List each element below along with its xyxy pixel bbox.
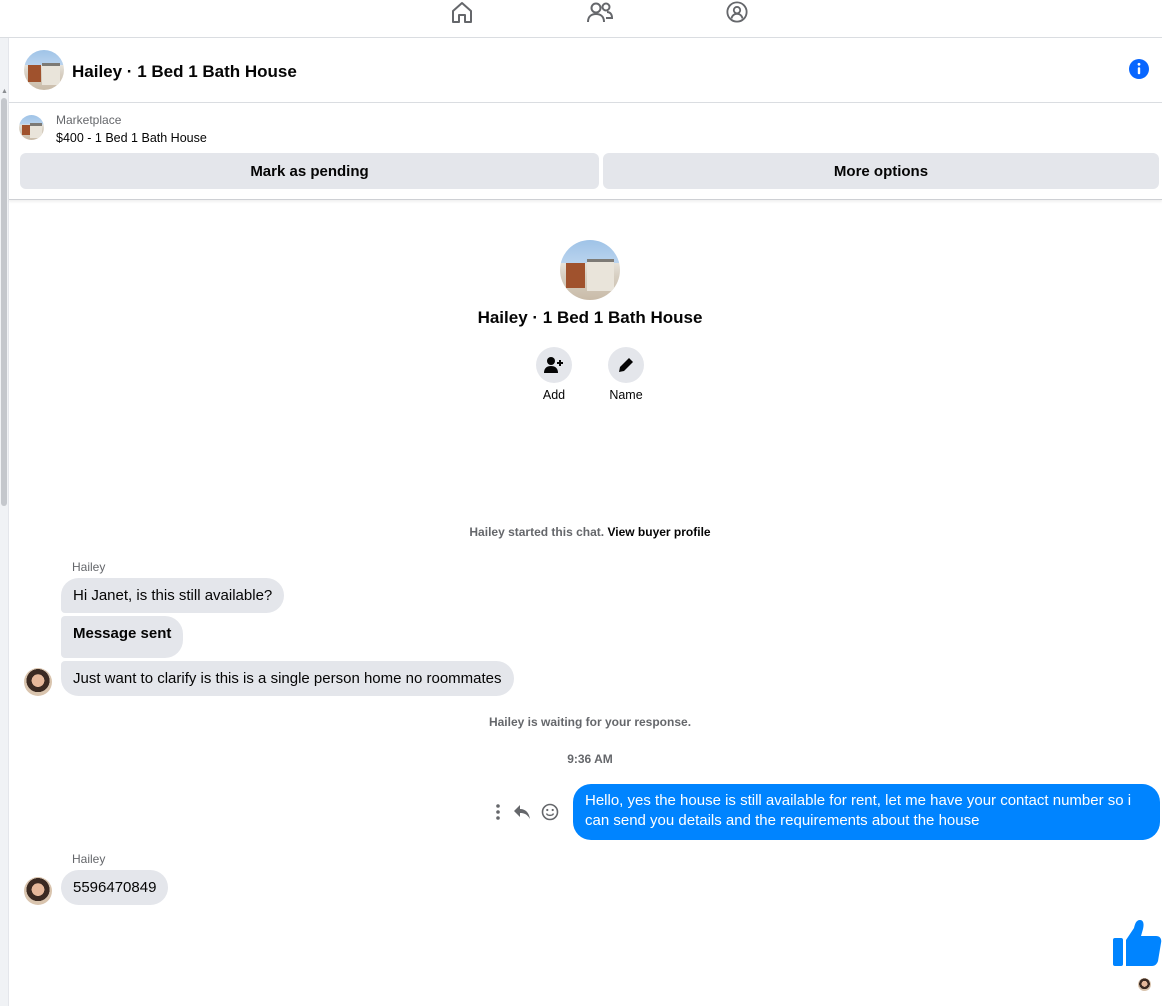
sender-name: Hailey xyxy=(72,560,106,574)
add-button[interactable]: Add xyxy=(524,347,584,402)
sender-avatar[interactable] xyxy=(24,877,52,905)
listing-avatar[interactable] xyxy=(24,50,64,90)
read-receipt-avatar xyxy=(1138,978,1151,991)
mark-as-pending-button[interactable]: Mark as pending xyxy=(20,153,599,189)
more-icon[interactable] xyxy=(488,804,508,820)
listing-price-title[interactable]: $400 - 1 Bed 1 Bath House xyxy=(56,131,207,145)
chat-started-text: Hailey started this chat. xyxy=(469,525,605,539)
incoming-message[interactable]: Just want to clarify is this is a single… xyxy=(61,661,514,696)
profile-name: Hailey · 1 Bed 1 Bath House xyxy=(477,308,703,327)
profile-avatar[interactable] xyxy=(560,240,620,300)
listing-thumbnail[interactable] xyxy=(19,115,44,140)
conversation-header: Hailey · 1 Bed 1 Bath House xyxy=(9,39,1162,103)
incoming-message[interactable]: Message sent xyxy=(61,616,184,658)
waiting-notice: Hailey is waiting for your response. xyxy=(488,715,692,729)
chat-started-notice: Hailey started this chat. View buyer pro… xyxy=(0,525,1162,539)
react-icon[interactable] xyxy=(536,803,564,821)
scrollbar-thumb[interactable] xyxy=(1,98,7,506)
conversation-title[interactable]: Hailey · 1 Bed 1 Bath House xyxy=(72,62,297,82)
name-button[interactable]: Name xyxy=(596,347,656,402)
friends-icon[interactable] xyxy=(587,0,613,24)
scroll-up-arrow-icon[interactable]: ▲ xyxy=(1,88,8,95)
incoming-message[interactable]: Hi Janet, is this still available? xyxy=(61,578,285,613)
top-navigation xyxy=(0,0,1162,38)
reply-icon[interactable] xyxy=(508,804,536,820)
sender-avatar[interactable] xyxy=(24,668,52,696)
page-scrollbar[interactable]: ▲ xyxy=(0,38,9,1006)
info-icon[interactable] xyxy=(1129,59,1149,79)
marketplace-listing-bar: Marketplace $400 - 1 Bed 1 Bath House Ma… xyxy=(9,103,1162,200)
sender-name: Hailey xyxy=(72,852,106,866)
name-label: Name xyxy=(609,388,643,402)
add-label: Add xyxy=(542,388,566,402)
home-icon[interactable] xyxy=(449,0,475,24)
groups-icon[interactable] xyxy=(724,0,750,24)
pencil-icon xyxy=(619,358,633,372)
message-timestamp: 9:36 AM xyxy=(567,752,613,766)
view-buyer-profile-link[interactable]: View buyer profile xyxy=(607,525,710,539)
thumbs-up-icon[interactable] xyxy=(1112,918,1162,968)
add-person-icon xyxy=(544,357,563,373)
outgoing-message[interactable]: Hello, yes the house is still available … xyxy=(573,784,1160,840)
message-actions xyxy=(488,800,564,824)
marketplace-label: Marketplace xyxy=(56,113,122,127)
incoming-message[interactable]: 5596470849 xyxy=(61,870,169,905)
more-options-button[interactable]: More options xyxy=(603,153,1159,189)
